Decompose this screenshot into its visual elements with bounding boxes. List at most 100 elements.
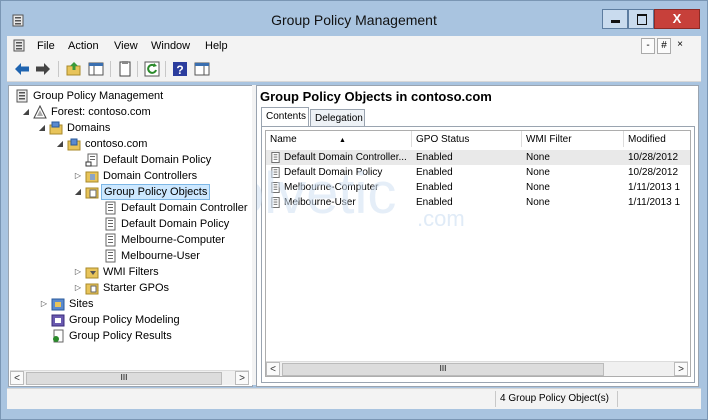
cell-wmi-filter: None [526, 197, 550, 208]
properties-button[interactable] [116, 60, 134, 78]
sort-ascending-icon: ▲ [339, 137, 346, 144]
tree-node-label: contoso.com [85, 138, 148, 150]
maximize-button[interactable] [628, 9, 654, 29]
refresh-icon [144, 61, 160, 77]
properties-icon [119, 61, 131, 77]
minimize-button[interactable] [602, 9, 628, 29]
collapse-arrow-icon[interactable]: ◢ [21, 104, 31, 120]
toolbar-separator [137, 61, 138, 77]
tree-node-label: Melbourne-Computer [121, 234, 225, 246]
menu-file[interactable]: File [37, 40, 55, 52]
tree-node[interactable]: ▷ Sites [9, 296, 252, 312]
collapse-arrow-icon[interactable]: ◢ [55, 136, 65, 152]
gpo-icon [105, 233, 116, 247]
cell-name: Default Domain Controller... [284, 152, 407, 163]
collapse-arrow-icon[interactable]: ◢ [73, 184, 83, 200]
app-window: Group Policy Management X File Action Vi… [0, 0, 708, 420]
toolbar-separator [110, 61, 111, 77]
tree-scroll-thumb[interactable]: III [26, 372, 222, 385]
toolbar-separator [58, 61, 59, 77]
tree-node[interactable]: ◢ Group Policy Objects [9, 184, 252, 200]
tab-contents[interactable]: Contents [261, 107, 309, 126]
tree-node[interactable]: Default Domain Policy [9, 216, 252, 232]
mdi-close-button[interactable]: × [673, 38, 687, 54]
tree-node[interactable]: ◢ Forest: contoso.com [9, 104, 252, 120]
back-button[interactable] [13, 60, 31, 78]
tree-horizontal-scrollbar[interactable]: < III > [10, 370, 249, 385]
tree-node-label: Default Domain Policy [103, 154, 212, 166]
title-bar[interactable]: Group Policy Management X [1, 1, 707, 35]
refresh-button[interactable] [143, 60, 161, 78]
tree-node-label: Forest: contoso.com [51, 106, 151, 118]
gpo-list[interactable]: Name ▲ GPO Status WMI Filter Modified De… [265, 130, 691, 377]
menu-window[interactable]: Window [151, 40, 190, 52]
column-header-gpo-status[interactable]: GPO Status [412, 131, 522, 147]
column-header-wmi-filter[interactable]: WMI Filter [522, 131, 624, 147]
tree-node[interactable]: ▷ WMI Filters [9, 264, 252, 280]
column-header-modified[interactable]: Modified [624, 131, 690, 147]
show-hide-tree-button[interactable] [87, 60, 105, 78]
forward-button[interactable] [34, 60, 52, 78]
tree-node[interactable]: ◢ Domains [9, 120, 252, 136]
wmi-filters-icon [85, 267, 99, 279]
table-row[interactable]: Melbourne-Computer Enabled None 1/11/2013 1 [266, 180, 690, 195]
gpm-menu-icon[interactable] [13, 39, 26, 52]
scroll-left-icon[interactable]: < [10, 371, 24, 385]
menu-help[interactable]: Help [205, 40, 228, 52]
console-tree-pane[interactable]: Group Policy Management ◢ Forest: contoso.… [8, 85, 253, 387]
modeling-icon [51, 314, 65, 327]
ou-icon [85, 171, 99, 183]
cell-name: Melbourne-Computer [284, 182, 379, 193]
tree-node-label: Domains [67, 122, 111, 134]
tab-delegation[interactable]: Delegation [310, 109, 365, 126]
scroll-right-icon[interactable]: > [235, 371, 249, 385]
menu-action[interactable]: Action [68, 40, 99, 52]
expand-arrow-icon[interactable]: ▷ [39, 296, 49, 312]
expand-arrow-icon[interactable]: ▷ [73, 168, 83, 184]
gpm-icon [16, 89, 28, 103]
tree-node-label: Starter GPOs [103, 282, 170, 294]
back-arrow-icon [15, 63, 29, 75]
tree-node[interactable]: Group Policy Management [9, 88, 252, 104]
tree-node[interactable]: ▷ Domain Controllers [9, 168, 252, 184]
mdi-minimize-button[interactable]: - [641, 38, 655, 54]
tree-node-label: Melbourne-User [121, 250, 200, 262]
table-row[interactable]: Default Domain Policy Enabled None 10/28/20… [266, 165, 690, 180]
collapse-arrow-icon[interactable]: ◢ [37, 120, 47, 136]
list-horizontal-scrollbar[interactable]: < III > [266, 361, 688, 376]
gpo-icon [105, 201, 116, 215]
maximize-icon [637, 14, 647, 25]
scroll-left-icon[interactable]: < [266, 362, 280, 376]
status-bar: 4 Group Policy Object(s) [7, 388, 701, 409]
up-one-level-button[interactable] [65, 60, 83, 78]
tree-node[interactable]: Default Domain Policy [9, 152, 252, 168]
tree-node[interactable]: Melbourne-Computer [9, 232, 252, 248]
table-row[interactable]: Melbourne-User Enabled None 1/11/2013 1 [266, 195, 690, 210]
status-gpo-count: 4 Group Policy Object(s) [495, 391, 618, 407]
tree-node[interactable]: Group Policy Modeling [9, 312, 252, 328]
close-button[interactable]: X [654, 9, 700, 29]
mdi-restore-button[interactable]: # [657, 38, 671, 54]
gpo-folder-icon [85, 187, 99, 199]
help-icon: ? [173, 62, 187, 77]
scroll-right-icon[interactable]: > [674, 362, 688, 376]
tree-node[interactable]: Group Policy Results [9, 328, 252, 344]
column-header-name[interactable]: Name ▲ [266, 131, 412, 147]
tree-node[interactable]: Melbourne-User [9, 248, 252, 264]
details-title: Group Policy Objects in contoso.com [260, 89, 492, 104]
menu-view[interactable]: View [114, 40, 138, 52]
gpo-icon [271, 167, 280, 178]
show-hide-tree-icon [88, 62, 104, 76]
list-scroll-thumb[interactable]: III [282, 363, 604, 376]
tree-node[interactable]: Default Domain Controller [9, 200, 252, 216]
tree-node-label: Group Policy Results [69, 330, 172, 342]
help-button[interactable]: ? [171, 60, 189, 78]
expand-arrow-icon[interactable]: ▷ [73, 280, 83, 296]
tree-node[interactable]: ◢ contoso.com [9, 136, 252, 152]
menu-bar: File Action View Window Help - # × [7, 36, 701, 56]
table-row[interactable]: Default Domain Controller... Enabled None 1… [266, 150, 690, 165]
expand-arrow-icon[interactable]: ▷ [73, 264, 83, 280]
tree-node[interactable]: ▷ Starter GPOs [9, 280, 252, 296]
cell-name: Default Domain Policy [284, 167, 383, 178]
show-hide-action-pane-button[interactable] [193, 60, 211, 78]
